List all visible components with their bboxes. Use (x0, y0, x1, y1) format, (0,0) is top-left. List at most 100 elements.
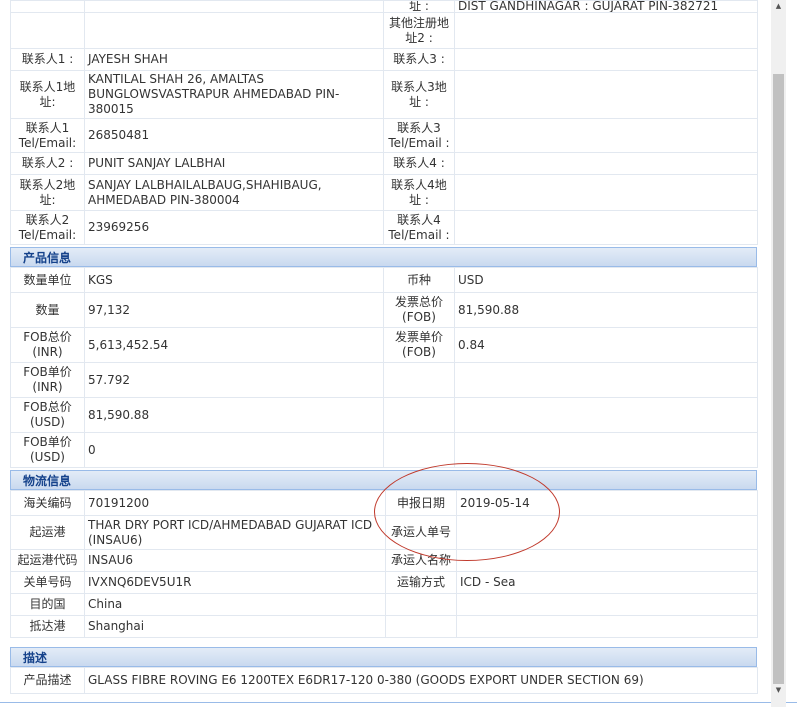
field-label: 联系人1 Tel/Email: (10, 118, 85, 153)
field-value: IVXNQ6DEV5U1R (84, 571, 386, 594)
section-header-logistics: 物流信息 (10, 470, 757, 490)
field-value (84, 12, 384, 49)
field-label: 承运人名称 (385, 549, 457, 572)
field-label (383, 432, 455, 468)
table-row: 抵达港 Shanghai (10, 615, 758, 638)
field-value (456, 593, 758, 616)
field-value: 5,613,452.54 (84, 327, 384, 363)
table-row: FOB总价(INR) 5,613,452.54 发票单价(FOB) 0.84 (10, 327, 758, 363)
table-row: 目的国 China (10, 593, 758, 616)
field-value: INSAU6 (84, 549, 386, 572)
field-value (454, 12, 758, 49)
chevron-up-icon[interactable]: ▲ (771, 0, 786, 12)
vertical-scrollbar[interactable]: ▲ ▼ (771, 0, 786, 707)
field-value: 97,132 (84, 292, 384, 328)
table-row: 起运港 THAR DRY PORT ICD/AHMEDABAD GUJARAT … (10, 515, 758, 550)
field-label (383, 397, 455, 433)
description-table: 产品描述 GLASS FIBRE ROVING E6 1200TEX E6DR1… (10, 667, 758, 694)
field-value (454, 70, 758, 119)
table-row: 联系人1地址: KANTILAL SHAH 26, AMALTAS BUNGLO… (10, 70, 758, 119)
detail-content: 址 : DIST GANDHINAGAR : GUJARAT PIN-38272… (10, 0, 758, 694)
field-label: FOB总价(USD) (10, 397, 85, 433)
field-value: China (84, 593, 386, 616)
scrollbar-thumb[interactable] (773, 74, 784, 684)
field-value: 26850481 (84, 118, 384, 153)
section-header-product: 产品信息 (10, 247, 757, 267)
field-label: 联系人4地址 : (383, 174, 455, 211)
field-label: 数量 (10, 292, 85, 328)
field-value: 81,590.88 (454, 292, 758, 328)
field-value: 81,590.88 (84, 397, 384, 433)
field-value (456, 515, 758, 550)
bottom-border (0, 702, 797, 703)
field-label (385, 593, 457, 616)
field-label: 币种 (383, 267, 455, 293)
field-label: 联系人2 : (10, 152, 85, 175)
field-label: 抵达港 (10, 615, 85, 638)
logistics-table: 海关编码 70191200 申报日期 2019-05-14 起运港 THAR D… (10, 490, 758, 638)
field-value: THAR DRY PORT ICD/AHMEDABAD GUJARAT ICD … (84, 515, 386, 550)
table-row: 数量单位 KGS 币种 USD (10, 267, 758, 293)
field-value: KGS (84, 267, 384, 293)
table-row: 联系人2地址: SANJAY LALBHAILALBAUG,SHAHIBAUG,… (10, 174, 758, 211)
table-row: 产品描述 GLASS FIBRE ROVING E6 1200TEX E6DR1… (10, 667, 758, 694)
field-label: 关单号码 (10, 571, 85, 594)
field-value: PUNIT SANJAY LALBHAI (84, 152, 384, 175)
table-row: 联系人2 : PUNIT SANJAY LALBHAI 联系人4 : (10, 152, 758, 175)
field-label (10, 12, 85, 49)
field-value: 0.84 (454, 327, 758, 363)
field-value: ICD - Sea (456, 571, 758, 594)
field-value (454, 152, 758, 175)
field-value: 57.792 (84, 362, 384, 398)
field-value: JAYESH SHAH (84, 48, 384, 71)
table-row: FOB单价(INR) 57.792 (10, 362, 758, 398)
field-value: 23969256 (84, 210, 384, 245)
table-row: 址 : DIST GANDHINAGAR : GUJARAT PIN-38272… (10, 0, 758, 13)
field-label (383, 362, 455, 398)
field-label: 发票总价(FOB) (383, 292, 455, 328)
field-value: SANJAY LALBHAILALBAUG,SHAHIBAUG, AHMEDAB… (84, 174, 384, 211)
table-row: 海关编码 70191200 申报日期 2019-05-14 (10, 490, 758, 516)
field-label: 联系人2 Tel/Email: (10, 210, 85, 245)
field-value (454, 48, 758, 71)
field-value (456, 615, 758, 638)
field-label: FOB总价(INR) (10, 327, 85, 363)
field-label: 承运人单号 (385, 515, 457, 550)
field-label: 联系人4 : (383, 152, 455, 175)
field-label: 目的国 (10, 593, 85, 616)
field-label: 运输方式 (385, 571, 457, 594)
field-value: Shanghai (84, 615, 386, 638)
table-row: FOB单价(USD) 0 (10, 432, 758, 468)
field-value (454, 118, 758, 153)
field-label: 其他注册地址2 : (383, 12, 455, 49)
field-value (454, 174, 758, 211)
field-value (454, 362, 758, 398)
field-label: FOB单价(USD) (10, 432, 85, 468)
field-value (456, 549, 758, 572)
field-label: 发票单价(FOB) (383, 327, 455, 363)
table-row: 联系人2 Tel/Email: 23969256 联系人4 Tel/Email … (10, 210, 758, 245)
table-row: 联系人1 Tel/Email: 26850481 联系人3 Tel/Email … (10, 118, 758, 153)
table-row: 数量 97,132 发票总价(FOB) 81,590.88 (10, 292, 758, 328)
field-label: 联系人4 Tel/Email : (383, 210, 455, 245)
table-row: 起运港代码 INSAU6 承运人名称 (10, 549, 758, 572)
field-value: KANTILAL SHAH 26, AMALTAS BUNGLOWSVASTRA… (84, 70, 384, 119)
field-label: 联系人2地址: (10, 174, 85, 211)
table-row: 联系人1 : JAYESH SHAH 联系人3 : (10, 48, 758, 71)
field-label: 申报日期 (385, 490, 457, 516)
field-label: 联系人1 : (10, 48, 85, 71)
field-value (454, 210, 758, 245)
field-label: 联系人3 Tel/Email : (383, 118, 455, 153)
contact-table: 址 : DIST GANDHINAGAR : GUJARAT PIN-38272… (10, 0, 758, 245)
product-table: 数量单位 KGS 币种 USD 数量 97,132 发票总价(FOB) 81,5… (10, 267, 758, 468)
table-row: FOB总价(USD) 81,590.88 (10, 397, 758, 433)
section-header-description: 描述 (10, 647, 757, 667)
field-label: 联系人3地址 : (383, 70, 455, 119)
field-value: 0 (84, 432, 384, 468)
field-value (454, 432, 758, 468)
field-value: GLASS FIBRE ROVING E6 1200TEX E6DR17-120… (84, 667, 758, 694)
field-value: 2019-05-14 (456, 490, 758, 516)
table-row: 其他注册地址2 : (10, 12, 758, 49)
chevron-down-icon[interactable]: ▼ (771, 684, 786, 696)
field-label: FOB单价(INR) (10, 362, 85, 398)
